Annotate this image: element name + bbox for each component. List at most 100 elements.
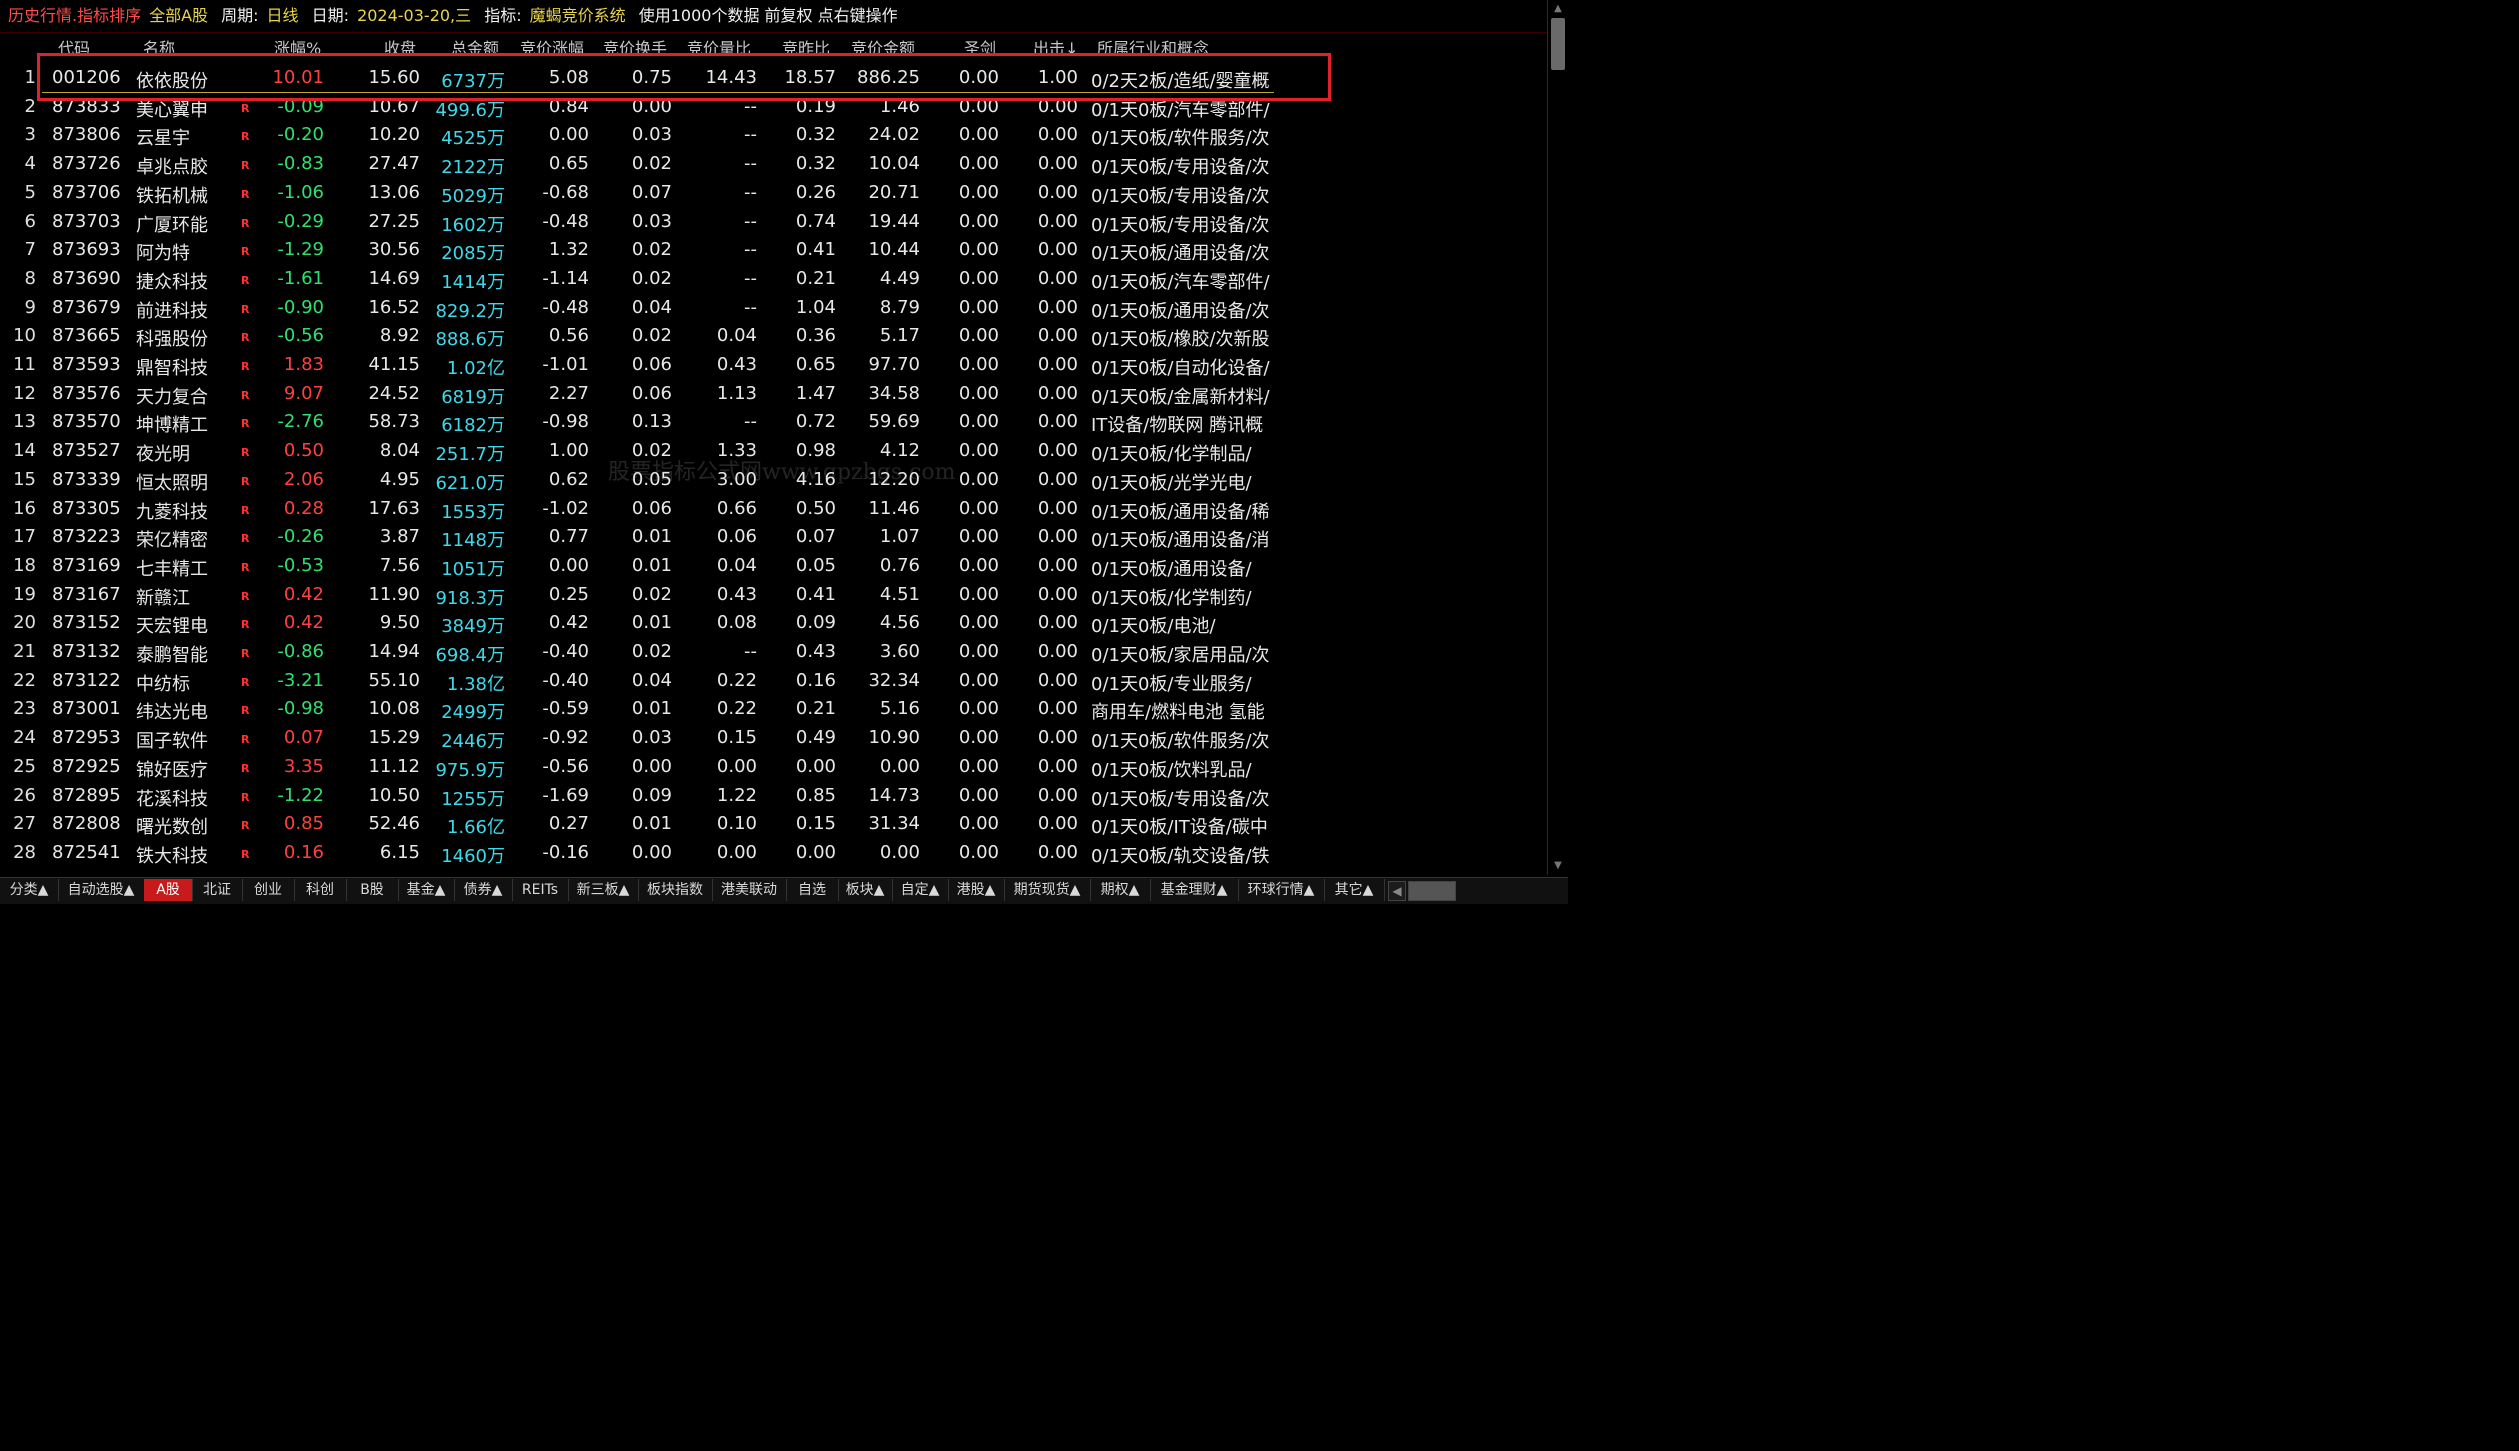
bid-prev-ratio: 0.49 <box>795 727 836 749</box>
tab-scroll-left-icon[interactable]: ◀ <box>1388 881 1406 901</box>
table-row[interactable]: 8 873690 捷众科技 R -1.61 14.69 1414万 -1.14 0.02 -- 0.… <box>0 264 1548 293</box>
tab-17[interactable]: 期货现货▲ <box>1004 879 1091 901</box>
indicator-value[interactable]: 魔蝎竞价系统 <box>530 6 626 25</box>
bid-change: -0.68 <box>542 181 589 203</box>
tab-6[interactable]: B股 <box>346 879 399 901</box>
bid-change: 0.42 <box>548 612 589 634</box>
bid-prev-ratio: 0.16 <box>795 669 836 691</box>
r-flag: R <box>241 474 250 488</box>
close-price: 24.52 <box>368 382 420 404</box>
table-row[interactable]: 28 872541 铁大科技 R 0.16 6.15 1460万 -0.16 0.00 0.00 0… <box>0 838 1548 867</box>
table-row[interactable]: 22 873122 中纺标 R -3.21 55.10 1.38亿 -0.40 0.04 0.22… <box>0 666 1548 695</box>
bid-volume-ratio: -- <box>744 210 757 232</box>
table-row[interactable]: 11 873593 鼎智科技 R 1.83 41.15 1.02亿 -1.01 0.06 0.43… <box>0 350 1548 379</box>
bid-turnover: 0.01 <box>631 526 672 548</box>
tab-scroll-thumb[interactable] <box>1408 881 1456 901</box>
r-flag: R <box>241 503 250 517</box>
stock-code: 873169 <box>52 554 121 576</box>
bid-amount: 3.60 <box>879 641 920 662</box>
table-row[interactable]: 13 873570 坤博精工 R -2.76 58.73 6182万 -0.98 0.13 -- 0… <box>0 407 1548 436</box>
stock-name: 花溪科技 <box>136 788 208 810</box>
bid-turnover: 0.01 <box>631 813 672 835</box>
tab-16[interactable]: 港股▲ <box>948 879 1005 901</box>
bid-amount: 0.00 <box>879 841 920 863</box>
table-row[interactable]: 25 872925 锦好医疗 R 3.35 11.12 975.9万 -0.56 0.00 0.0… <box>0 752 1548 781</box>
table-row[interactable]: 19 873167 新赣江 R 0.42 11.90 918.3万 0.25 0.02 0.43 0… <box>0 580 1548 609</box>
table-row[interactable]: 24 872953 国子软件 R 0.07 15.29 2446万 -0.92 0.03 0.15… <box>0 723 1548 752</box>
tab-13[interactable]: 自选 <box>786 879 839 901</box>
row-index: 3 <box>24 124 36 146</box>
tab-3[interactable]: 北证 <box>192 879 243 901</box>
bid-change: -1.01 <box>542 354 589 375</box>
stock-name: 中纺标 <box>136 673 190 695</box>
bid-volume-ratio: 0.15 <box>716 727 757 749</box>
table-row[interactable]: 26 872895 花溪科技 R -1.22 10.50 1255万 -1.69 0.09 1.2… <box>0 781 1548 810</box>
tab-20[interactable]: 环球行情▲ <box>1238 879 1325 901</box>
tab-9[interactable]: REITs <box>512 879 569 901</box>
shengjian-value: 0.00 <box>958 181 999 203</box>
change-pct: -1.22 <box>277 784 324 806</box>
industry-concept: IT设备/物联网 腾讯概 <box>1091 415 1264 437</box>
table-row[interactable]: 18 873169 七丰精工 R -0.53 7.56 1051万 0.00 0.01 0.04 0… <box>0 551 1548 580</box>
shengjian-value: 0.00 <box>958 296 999 318</box>
triangle-up-icon[interactable]: ▲ <box>1551 2 1565 16</box>
tab-1[interactable]: 自动选股▲ <box>58 879 145 901</box>
stock-code: 873305 <box>52 497 121 519</box>
r-flag: R <box>241 101 250 115</box>
industry-concept: 0/1天0板/通用设备/次 <box>1091 243 1270 265</box>
table-row[interactable]: 10 873665 科强股份 R -0.56 8.92 888.6万 0.56 0.02 0.04… <box>0 321 1548 350</box>
table-row[interactable]: 21 873132 泰鹏智能 R -0.86 14.94 698.4万 -0.40 0.02 --… <box>0 637 1548 666</box>
market-selector[interactable]: 全部A股 <box>149 6 208 25</box>
table-row[interactable]: 20 873152 天宏锂电 R 0.42 9.50 3849万 0.42 0.01 0.08 0.… <box>0 608 1548 637</box>
period-label: 周期: <box>221 6 259 25</box>
table-row[interactable]: 4 873726 卓兆点胶 R -0.83 27.47 2122万 0.65 0.02 -- 0.3… <box>0 149 1548 178</box>
table-row[interactable]: 5 873706 铁拓机械 R -1.06 13.06 5029万 -0.68 0.07 -- 0.… <box>0 178 1548 207</box>
table-row[interactable]: 9 873679 前进科技 R -0.90 16.52 829.2万 -0.48 0.04 -- 1… <box>0 293 1548 322</box>
chuji-value: 0.00 <box>1037 641 1078 662</box>
tab-15[interactable]: 自定▲ <box>892 879 949 901</box>
total-amount: 1.66亿 <box>446 817 505 839</box>
industry-concept: 0/1天0板/通用设备/ <box>1091 558 1252 580</box>
tab-2[interactable]: A股 <box>144 879 193 901</box>
tab-19[interactable]: 基金理财▲ <box>1150 879 1239 901</box>
table-row[interactable]: 17 873223 荣亿精密 R -0.26 3.87 1148万 0.77 0.01 0.06 0… <box>0 522 1548 551</box>
tab-21[interactable]: 其它▲ <box>1324 879 1385 901</box>
chuji-value: 0.00 <box>1037 612 1078 634</box>
industry-concept: 0/1天0板/自动化设备/ <box>1091 358 1270 379</box>
stock-name: 铁拓机械 <box>136 185 208 207</box>
total-amount: 1148万 <box>441 530 505 552</box>
bid-volume-ratio: -- <box>744 153 757 175</box>
tab-18[interactable]: 期权▲ <box>1090 879 1151 901</box>
tab-12[interactable]: 港美联动 <box>712 879 787 901</box>
date-value[interactable]: 2024-03-20,三 <box>357 6 471 25</box>
period-value[interactable]: 日线 <box>267 6 299 25</box>
bid-turnover: 0.09 <box>631 784 672 806</box>
bid-volume-ratio: 0.04 <box>716 325 757 347</box>
table-row[interactable]: 3 873806 云星宇 R -0.20 10.20 4525万 0.00 0.03 -- 0.32… <box>0 120 1548 149</box>
total-amount: 1553万 <box>441 501 505 523</box>
bid-turnover: 0.06 <box>631 497 672 519</box>
bid-volume-ratio: -- <box>744 239 757 261</box>
tab-10[interactable]: 新三板▲ <box>568 879 639 901</box>
tab-8[interactable]: 债券▲ <box>454 879 513 901</box>
table-row[interactable]: 23 873001 纬达光电 R -0.98 10.08 2499万 -0.59 0.01 0.2… <box>0 694 1548 723</box>
tab-11[interactable]: 板块指数 <box>638 879 713 901</box>
total-amount: 829.2万 <box>435 300 505 322</box>
table-row[interactable]: 27 872808 曙光数创 R 0.85 52.46 1.66亿 0.27 0.01 0.10 0… <box>0 809 1548 838</box>
tab-4[interactable]: 创业 <box>242 879 295 901</box>
tab-7[interactable]: 基金▲ <box>398 879 455 901</box>
bid-amount: 8.79 <box>879 296 920 318</box>
table-row[interactable]: 16 873305 九菱科技 R 0.28 17.63 1553万 -1.02 0.06 0.66… <box>0 494 1548 523</box>
table-row[interactable]: 12 873576 天力复合 R 9.07 24.52 6819万 2.27 0.06 1.13 1… <box>0 379 1548 408</box>
bid-change: -0.59 <box>542 698 589 720</box>
scroll-thumb[interactable] <box>1551 18 1565 70</box>
close-price: 11.12 <box>368 755 420 777</box>
tab-14[interactable]: 板块▲ <box>838 879 893 901</box>
tab-5[interactable]: 科创 <box>294 879 347 901</box>
tab-0[interactable]: 分类▲ <box>0 879 59 901</box>
triangle-down-icon[interactable]: ▼ <box>1551 859 1565 873</box>
table-row[interactable]: 6 873703 广厦环能 R -0.29 27.25 1602万 -0.48 0.03 -- 0.… <box>0 207 1548 236</box>
table-row[interactable]: 7 873693 阿为特 R -1.29 30.56 2085万 1.32 0.02 -- 0.41… <box>0 235 1548 264</box>
vertical-scrollbar[interactable]: ▲ ▼ <box>1547 0 1568 875</box>
bid-change: 0.00 <box>548 554 589 576</box>
